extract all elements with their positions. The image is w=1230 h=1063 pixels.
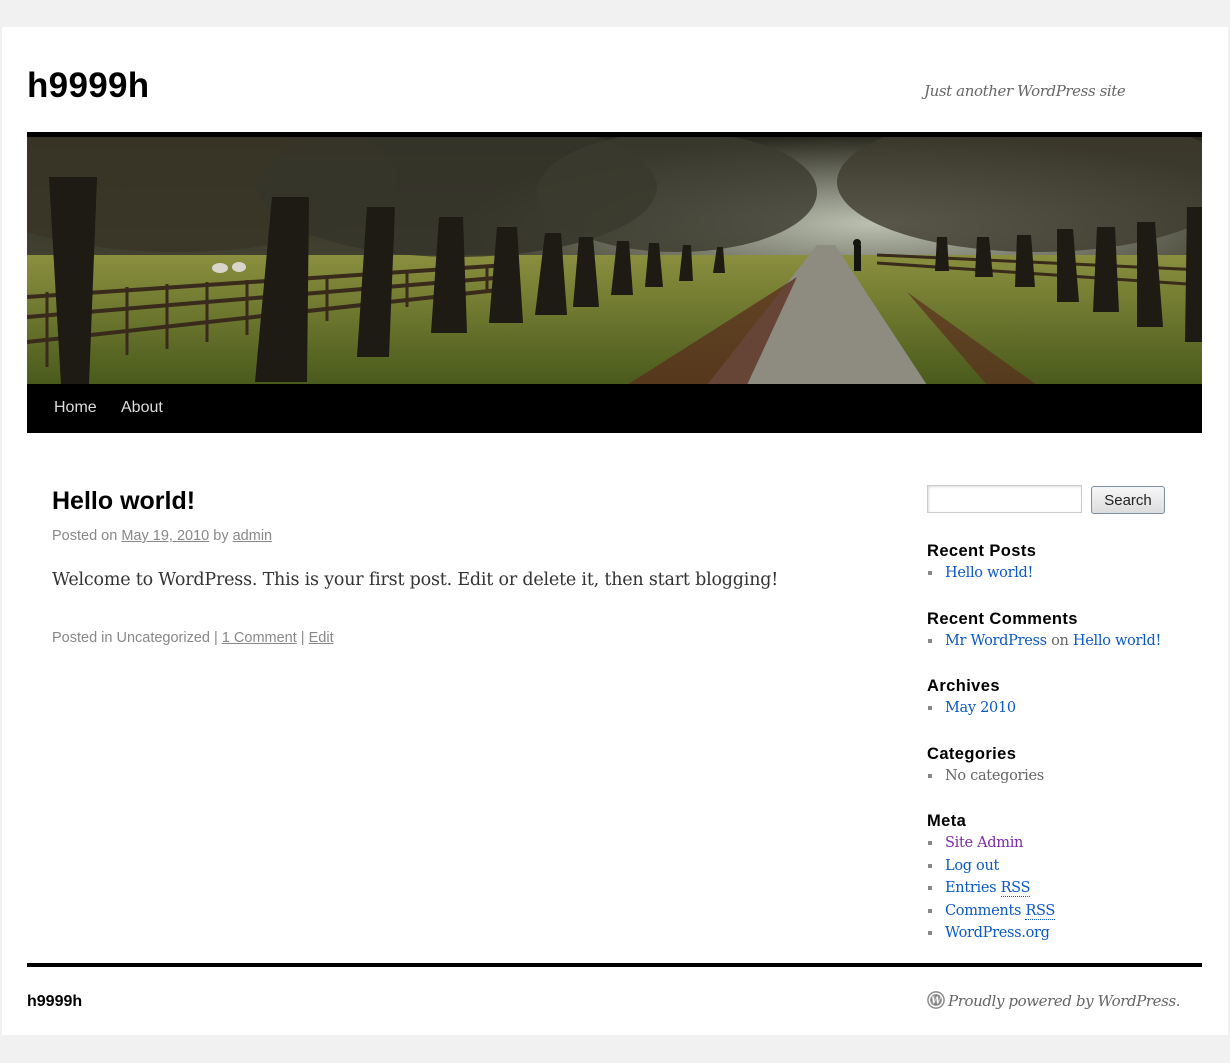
list-item: Comments RSS — [927, 900, 1055, 923]
recent-comments-title: Recent Comments — [927, 610, 1078, 628]
comment-author-link[interactable]: Mr WordPress — [945, 633, 1047, 649]
main-navigation: Home About — [27, 384, 1202, 433]
list-item: May 2010 — [927, 697, 1016, 720]
post-content: Welcome to WordPress. This is your first… — [52, 570, 779, 590]
archives-title: Archives — [927, 677, 1000, 695]
list-item: Hello world! — [927, 562, 1033, 585]
nav-item-home[interactable]: Home — [54, 399, 97, 417]
comments-link[interactable]: 1 Comment — [222, 630, 297, 646]
comment-post-link[interactable]: Hello world! — [1073, 633, 1161, 649]
list-item: Log out — [927, 855, 1055, 878]
svg-text:W: W — [931, 997, 942, 1007]
footer-site-title[interactable]: h9999h — [27, 993, 82, 1011]
categories-list: No categories — [927, 765, 1044, 788]
rss-abbr: RSS — [1025, 902, 1056, 920]
post-title[interactable]: Hello world! — [52, 487, 195, 516]
page-wrapper: h9999h Just another WordPress site Home … — [2, 27, 1228, 1035]
footer-divider — [27, 963, 1202, 967]
comment-connector: on — [1051, 633, 1069, 649]
wordpress-logo-icon: W — [927, 991, 945, 1009]
search-input[interactable] — [927, 485, 1082, 513]
meta-title: Meta — [927, 812, 967, 830]
powered-by-text: Proudly powered by WordPress. — [948, 992, 1181, 1010]
no-categories-text: No categories — [945, 768, 1044, 784]
post-meta-prefix: Posted on — [52, 528, 118, 544]
list-item: WordPress.org — [927, 922, 1055, 945]
archive-link[interactable]: May 2010 — [945, 700, 1016, 716]
list-item: No categories — [927, 765, 1044, 788]
list-item: Mr WordPress on Hello world! — [927, 630, 1161, 653]
rss-abbr: RSS — [1000, 880, 1031, 897]
search-button[interactable]: Search — [1091, 486, 1165, 514]
site-title[interactable]: h9999h — [27, 66, 149, 106]
header-image — [27, 137, 1202, 385]
edit-post-link[interactable]: Edit — [309, 630, 334, 646]
powered-by-link[interactable]: W Proudly powered by WordPress. — [927, 991, 1181, 1010]
recent-posts-title: Recent Posts — [927, 542, 1037, 560]
log-out-link[interactable]: Log out — [945, 858, 999, 874]
archives-list: May 2010 — [927, 697, 1016, 720]
site-admin-link[interactable]: Site Admin — [945, 835, 1023, 851]
nav-item-about[interactable]: About — [121, 399, 163, 417]
post-author-link[interactable]: admin — [233, 528, 273, 544]
post-footer-meta: Posted in Uncategorized | 1 Comment | Ed… — [52, 630, 334, 646]
meta-list: Site Admin Log out Entries RSS Comments … — [927, 832, 1055, 945]
comments-rss-link[interactable]: Comments RSS — [945, 902, 1056, 920]
recent-posts-list: Hello world! — [927, 562, 1033, 585]
post-date-link[interactable]: May 19, 2010 — [121, 528, 209, 544]
list-item: Site Admin — [927, 832, 1055, 855]
categories-title: Categories — [927, 745, 1017, 763]
list-item: Entries RSS — [927, 877, 1055, 900]
meta-separator: | — [300, 630, 305, 646]
post-category-text: Posted in Uncategorized | — [52, 630, 218, 646]
post-meta-by: by — [213, 528, 229, 544]
entries-rss-link[interactable]: Entries RSS — [945, 880, 1030, 897]
comments-rss-prefix: Comments — [945, 902, 1022, 919]
post-meta: Posted on May 19, 2010 by admin — [52, 528, 272, 544]
recent-post-link[interactable]: Hello world! — [945, 565, 1033, 581]
wordpress-org-link[interactable]: WordPress.org — [945, 925, 1050, 941]
site-description: Just another WordPress site — [924, 82, 1126, 100]
entries-rss-prefix: Entries — [945, 880, 997, 896]
recent-comments-list: Mr WordPress on Hello world! — [927, 630, 1161, 653]
